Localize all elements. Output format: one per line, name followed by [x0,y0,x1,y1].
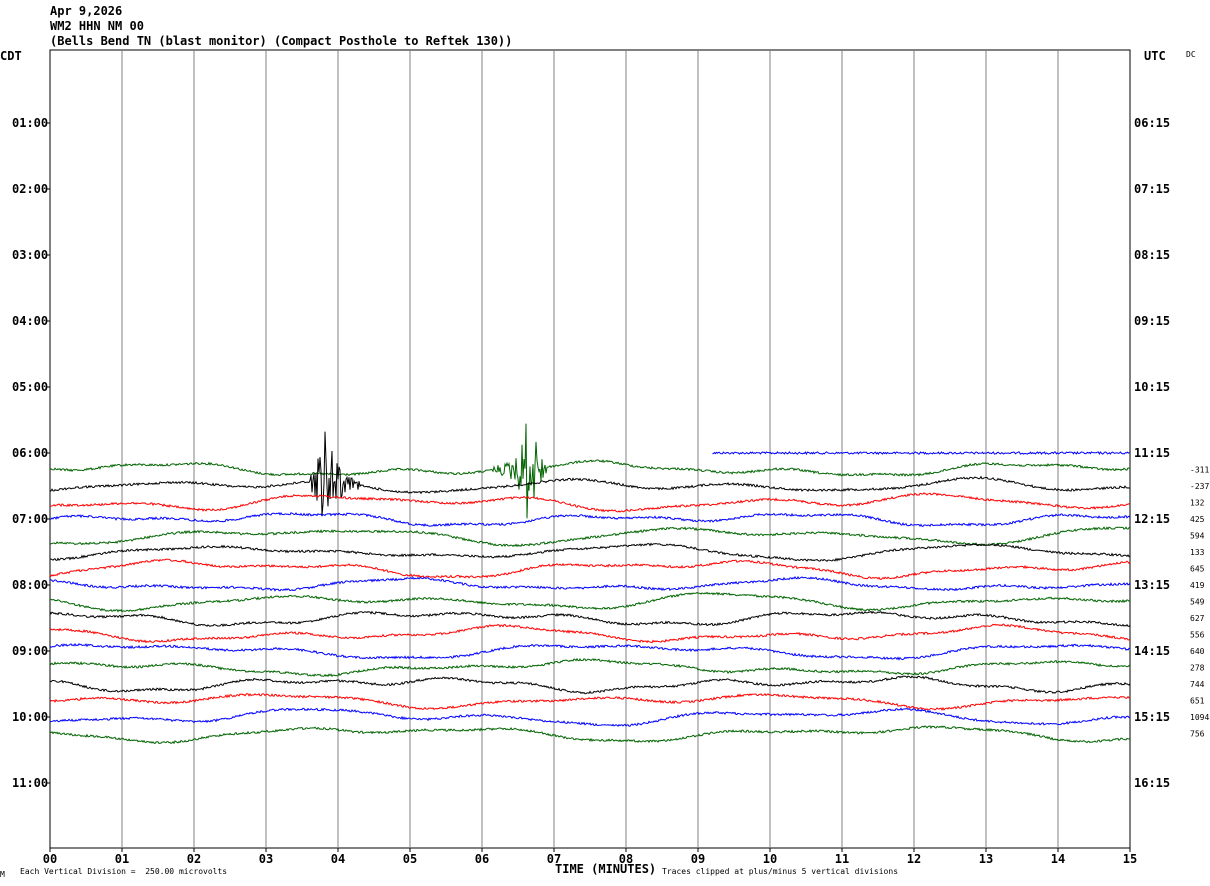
left-time-label: 11:00 [12,776,48,790]
seismic-trace [49,642,1131,661]
right-time-label: 12:15 [1134,512,1170,526]
x-tick-label: 12 [907,852,921,866]
seismic-trace [49,623,1131,644]
right-time-label: 09:15 [1134,314,1170,328]
dc-offset-label: 594 [1190,532,1205,541]
dc-offset-label: 132 [1190,499,1205,508]
seismic-trace [49,511,1131,528]
dc-offset-label: 419 [1190,581,1205,590]
dc-offset-label: 744 [1190,680,1205,689]
dc-offset-label: 556 [1190,631,1205,640]
dc-offset-label: -237 [1190,482,1209,491]
seismic-trace [49,707,1131,727]
left-time-label: 05:00 [12,380,48,394]
dc-offset-label: 425 [1190,515,1205,524]
right-time-label: 06:15 [1134,116,1170,130]
seismic-trace [49,542,1131,562]
dc-offset-label: 627 [1190,614,1205,623]
dc-offset-label: 640 [1190,647,1205,656]
seismic-trace [49,675,1131,695]
dc-offset-label: 651 [1190,697,1205,706]
right-time-label: 07:15 [1134,182,1170,196]
left-time-label: 04:00 [12,314,48,328]
x-tick-label: 14 [1051,852,1065,866]
clip-note: Traces clipped at plus/minus 5 vertical … [662,867,899,876]
right-time-label: 15:15 [1134,710,1170,724]
seismic-trace [49,692,1131,711]
left-time-label: 09:00 [12,644,48,658]
dc-offset-label: 1094 [1190,713,1209,722]
helicorder-plot: 00 01 02 03 04 05 06 07 08 09 10 11 12 13 14 1501:0002:… [12,49,1209,866]
dc-offset-label: 278 [1190,664,1205,673]
x-tick-label: 00 [43,852,57,866]
left-time-label: 01:00 [12,116,48,130]
seismic-trace [49,492,1131,513]
seismic-trace [49,431,1131,517]
x-tick-label: 04 [331,852,345,866]
plot-frame [49,49,1131,849]
right-time-label: 16:15 [1134,776,1170,790]
x-axis-label: TIME (MINUTES) [555,862,657,876]
x-tick-label: 13 [979,852,993,866]
x-tick-label: 10 [763,852,777,866]
right-time-label: 08:15 [1134,248,1170,262]
left-time-label: 02:00 [12,182,48,196]
x-tick-label: 11 [835,852,849,866]
scale-note: Each Vertical Division = 250.00 microvol… [20,867,228,876]
dc-offset-label: 645 [1190,565,1205,574]
dc-offset-label: 756 [1190,730,1205,739]
seismic-trace [712,451,1130,456]
right-time-label: 11:15 [1134,446,1170,460]
left-time-label: 03:00 [12,248,48,262]
x-tick-label: 09 [691,852,705,866]
x-tick-label: 02 [187,852,201,866]
x-tick-label: 05 [403,852,417,866]
seismic-trace [49,725,1131,745]
seismic-trace [49,423,1131,519]
x-tick-label: 15 [1123,852,1137,866]
x-tick-label: 01 [115,852,129,866]
x-tick-label: 06 [475,852,489,866]
right-time-label: 14:15 [1134,644,1170,658]
x-tick-label: 03 [259,852,273,866]
seismic-trace [49,591,1131,613]
right-time-label: 13:15 [1134,578,1170,592]
seismic-trace [49,558,1131,581]
dc-offset-label: -311 [1190,466,1209,475]
right-time-label: 10:15 [1134,380,1170,394]
left-time-label: 08:00 [12,578,48,592]
seismic-trace [49,575,1131,592]
left-time-label: 06:00 [12,446,48,460]
seismic-trace [49,610,1131,628]
seismic-trace [49,657,1131,678]
dc-offset-label: 549 [1190,598,1205,607]
seismic-trace [49,526,1131,548]
corner-mark: M [0,870,5,879]
left-time-label: 10:00 [12,710,48,724]
dc-offset-label: 133 [1190,548,1205,557]
left-time-label: 07:00 [12,512,48,526]
